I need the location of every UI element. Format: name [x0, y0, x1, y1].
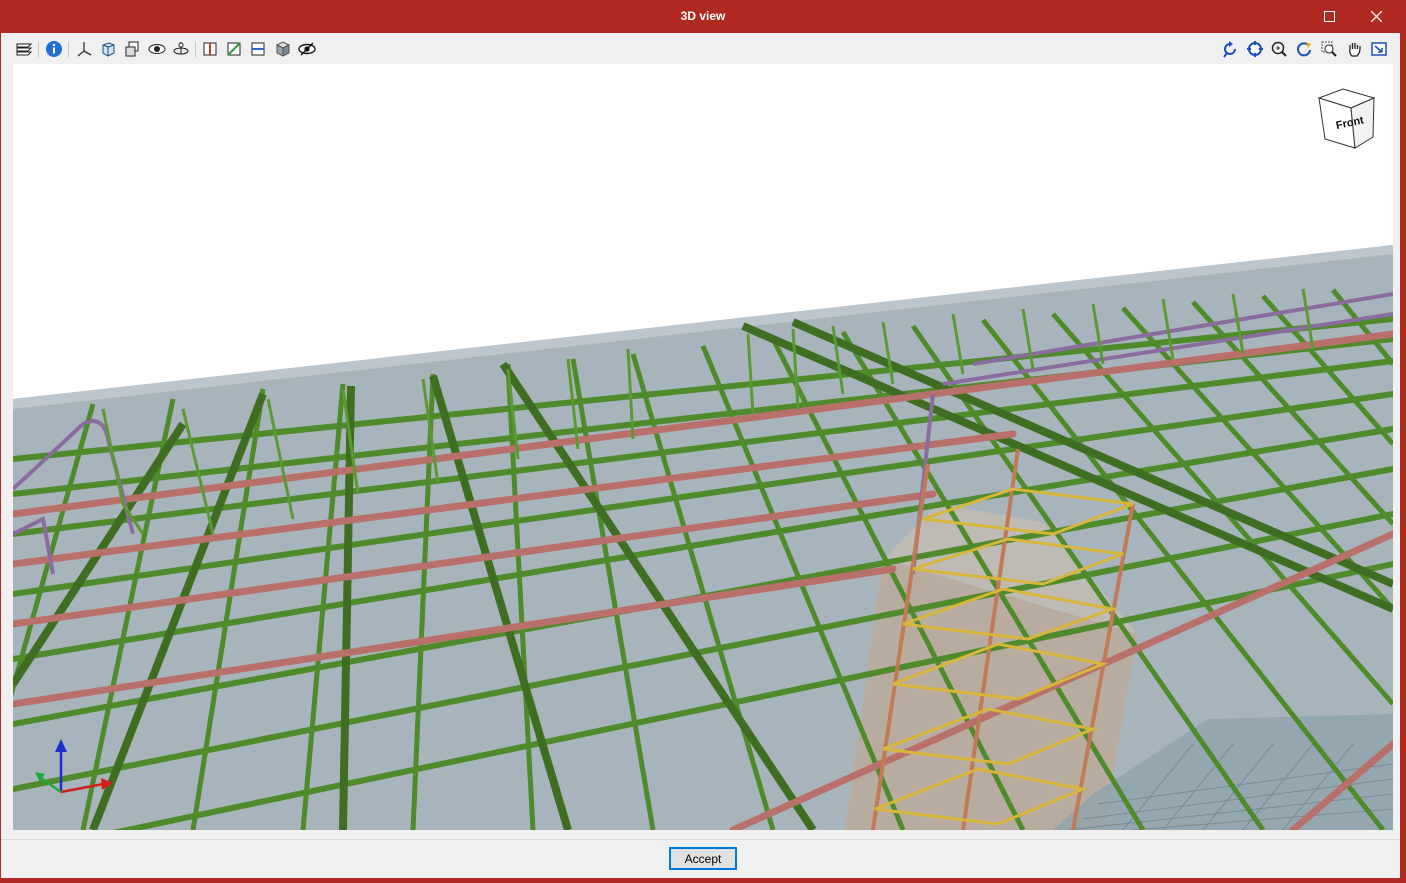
zoom-in-icon	[1271, 41, 1287, 57]
close-icon	[1370, 11, 1382, 22]
refresh-view-icon	[1297, 42, 1311, 57]
section-blue-button[interactable]	[247, 38, 269, 60]
maximize-icon	[1323, 11, 1335, 22]
zoom-all-icon	[1247, 41, 1263, 57]
section-red-button[interactable]	[199, 38, 221, 60]
window: 3D view Front Accept	[0, 0, 1406, 883]
box-view-button[interactable]	[97, 38, 119, 60]
toolbar-separator	[68, 41, 69, 57]
close-button[interactable]	[1353, 0, 1399, 33]
pan-hand-button[interactable]	[1343, 38, 1365, 60]
multi-box-icon	[125, 41, 139, 57]
axes-icon	[77, 42, 92, 57]
section-green-button[interactable]	[223, 38, 245, 60]
section-red-icon	[203, 42, 217, 56]
layers-button[interactable]	[13, 38, 35, 60]
box-view-icon	[102, 42, 115, 57]
zoom-window-button[interactable]	[1318, 38, 1340, 60]
toolbar-separator	[38, 41, 39, 57]
eye-cube-button[interactable]	[146, 38, 168, 60]
section-blue-icon	[251, 42, 265, 56]
info-icon	[46, 41, 62, 57]
shaded-cube-icon	[275, 41, 291, 57]
window-title: 3D view	[680, 9, 726, 23]
accept-button[interactable]: Accept	[669, 847, 737, 870]
refresh-view-button[interactable]	[1293, 38, 1315, 60]
rotate-view-button[interactable]	[1219, 38, 1241, 60]
rotate-view-icon	[1223, 41, 1236, 58]
info-button[interactable]	[43, 38, 65, 60]
section-green-icon	[227, 42, 241, 56]
fit-window-button[interactable]	[1368, 38, 1390, 60]
toolbar-separator	[195, 41, 196, 57]
maximize-button[interactable]	[1306, 0, 1352, 33]
visibility-eye-button[interactable]	[296, 38, 318, 60]
client-area: Front Accept	[1, 33, 1403, 878]
zoom-window-icon	[1321, 41, 1337, 57]
orbit-icon	[173, 42, 189, 55]
fit-window-icon	[1371, 42, 1387, 56]
orbit-button[interactable]	[170, 38, 192, 60]
toolbar	[1, 33, 1400, 63]
footer-bar: Accept	[1, 839, 1400, 878]
eye-cube-icon	[148, 44, 166, 54]
axes-button[interactable]	[73, 38, 95, 60]
title-bar: 3D view	[0, 0, 1406, 33]
multi-box-button[interactable]	[121, 38, 143, 60]
view-cube[interactable]: Front	[1317, 88, 1376, 149]
shaded-cube-button[interactable]	[272, 38, 294, 60]
rebar-3d-render: Front	[13, 88, 1393, 830]
visibility-eye-icon	[298, 42, 316, 56]
3d-viewport[interactable]: Front	[13, 64, 1393, 830]
layers-icon	[16, 43, 33, 56]
zoom-all-button[interactable]	[1244, 38, 1266, 60]
zoom-in-button[interactable]	[1268, 38, 1290, 60]
pan-hand-icon	[1349, 43, 1361, 57]
